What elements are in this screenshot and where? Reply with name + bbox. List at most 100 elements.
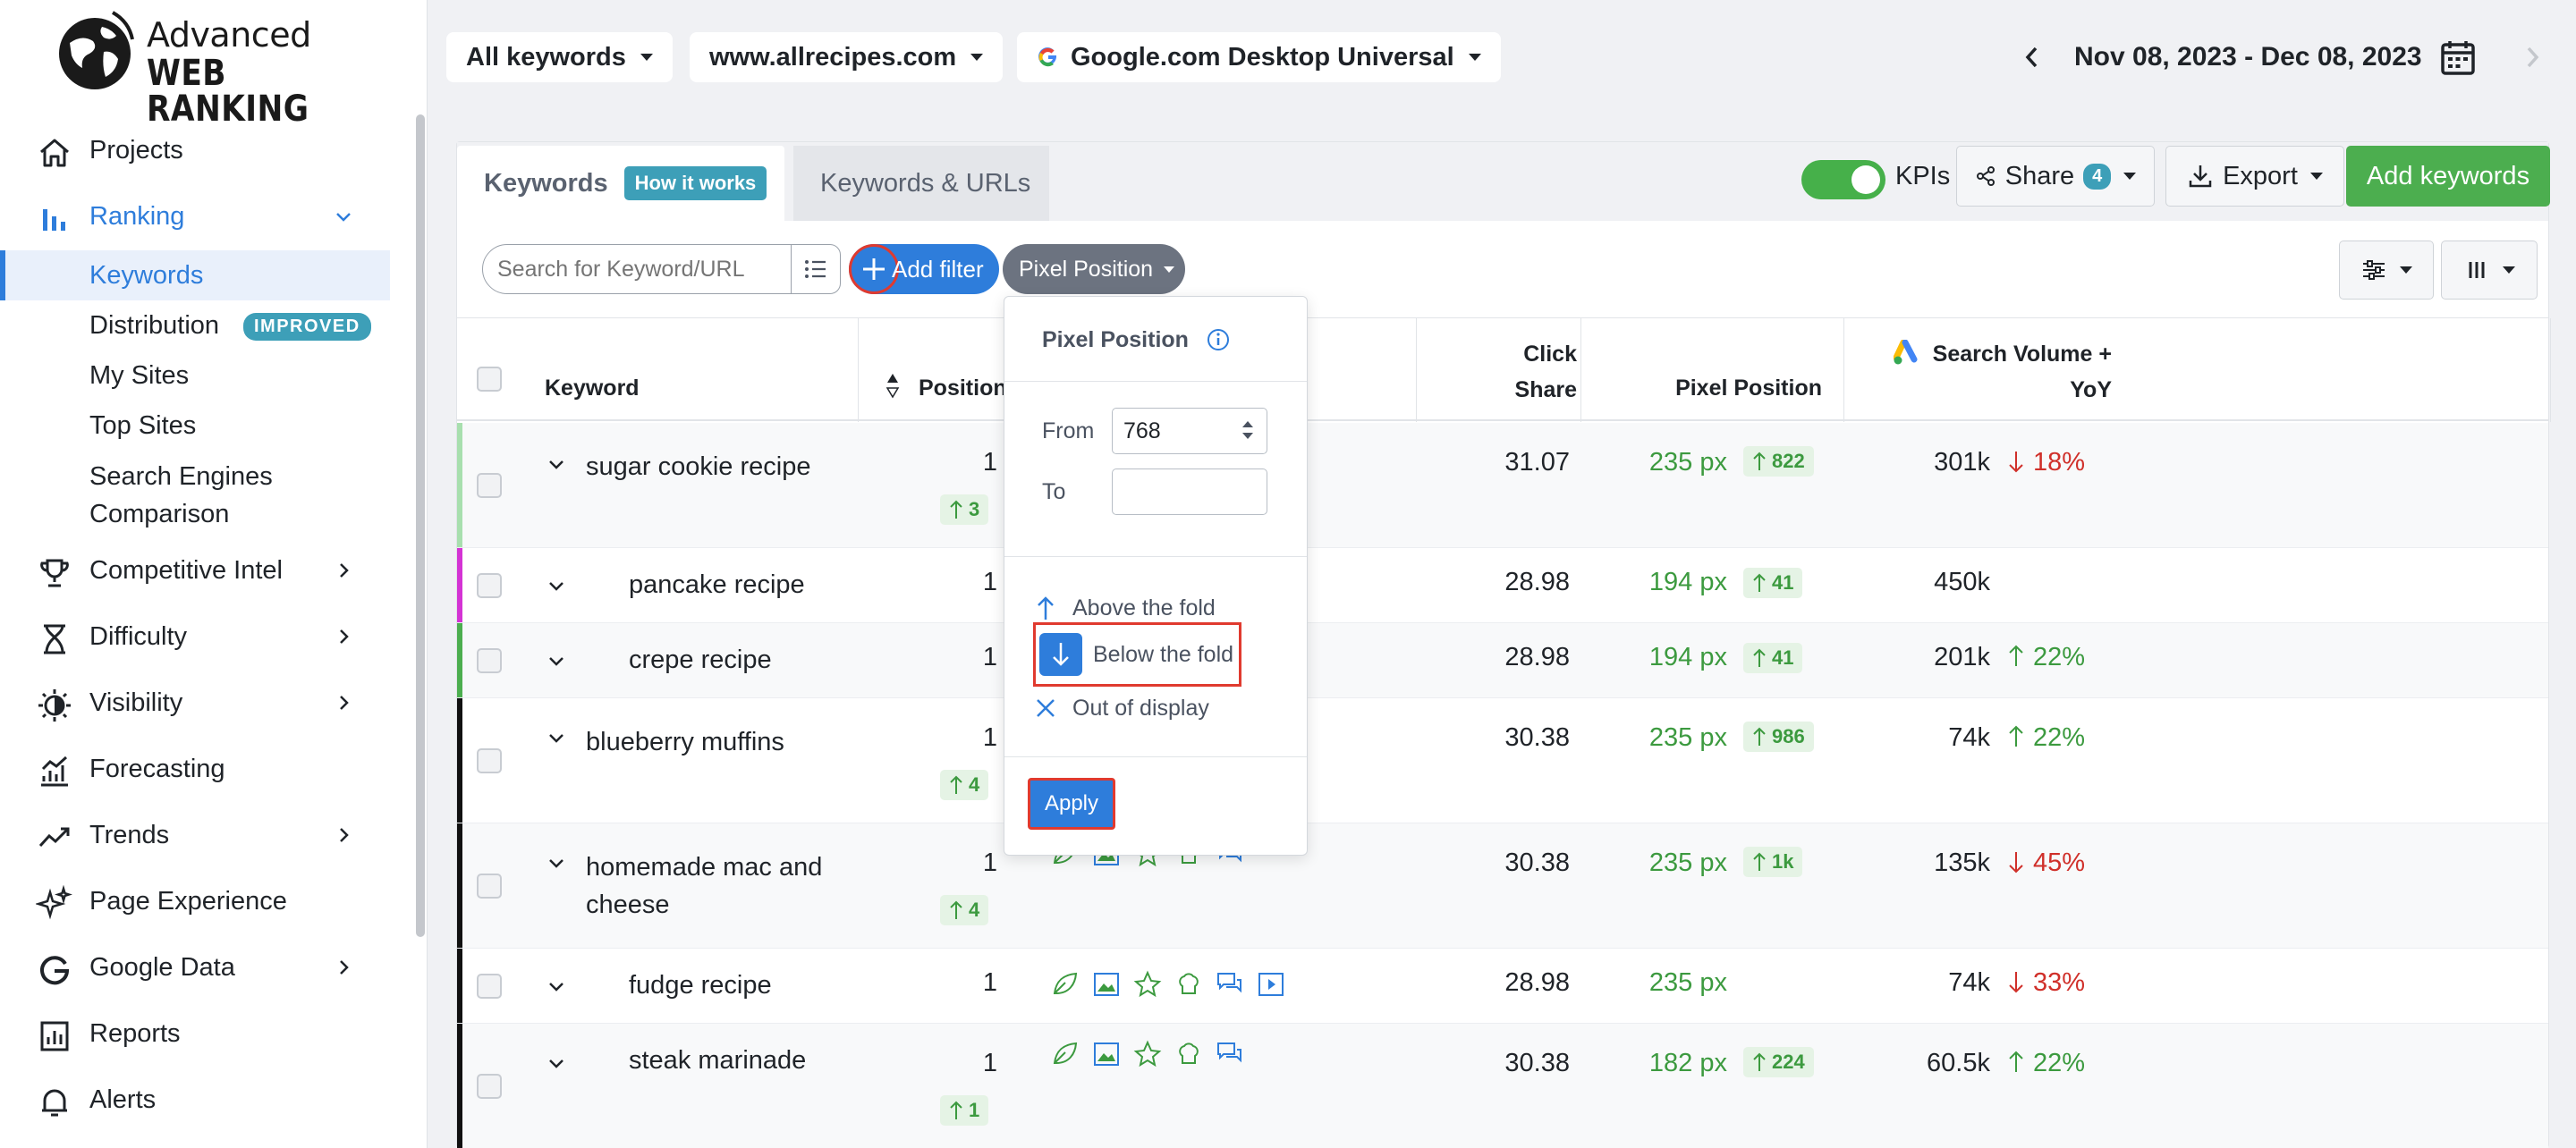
table-row[interactable]: fudge recipe 1 28.98 235 px 74k 33%	[457, 949, 2548, 1024]
leaf-icon[interactable]	[1051, 1040, 1080, 1068]
yoy-value: 33%	[2033, 968, 2086, 997]
select-all-checkbox[interactable]	[477, 367, 502, 392]
nav-competitive-intel-label: Competitive Intel	[89, 555, 283, 585]
row-checkbox[interactable]	[477, 1074, 502, 1099]
col-position[interactable]: Position	[919, 370, 1007, 406]
row-checkbox[interactable]	[477, 748, 502, 773]
keyword-cell[interactable]: crepe recipe	[629, 641, 772, 679]
table-row[interactable]: homemade mac and cheese 1 4 30.38 235 px 1k 135…	[457, 823, 2548, 949]
export-button[interactable]: Export	[2165, 146, 2344, 207]
kpis-toggle[interactable]	[1801, 160, 1885, 199]
keyword-cell[interactable]: fudge recipe	[629, 967, 772, 1004]
chevron-left-icon[interactable]	[2021, 44, 2044, 71]
row-checkbox[interactable]	[477, 874, 502, 899]
number-stepper-icon[interactable]	[1239, 417, 1257, 443]
table-row[interactable]: crepe recipe 1 28.98 194 px 41 201k 22%	[457, 623, 2548, 698]
row-checkbox[interactable]	[477, 573, 502, 598]
nav-reports[interactable]: Reports	[0, 1007, 394, 1060]
keyword-cell[interactable]: sugar cookie recipe	[586, 448, 810, 485]
expand-chevron-icon[interactable]	[547, 577, 566, 596]
expand-chevron-icon[interactable]	[547, 977, 566, 997]
bar-chart-icon	[43, 209, 65, 231]
col-pixel-position[interactable]: Pixel Position	[1602, 370, 1822, 406]
table-row[interactable]: blueberry muffins 1 4 30.38 235 px 986 74k 22%	[457, 698, 2548, 823]
apply-button[interactable]: Apply	[1028, 778, 1115, 830]
filter-settings-button[interactable]	[2339, 241, 2434, 300]
keyword-group-dropdown[interactable]: All keywords	[446, 32, 673, 82]
col-click-share[interactable]: Click Share	[1441, 336, 1577, 408]
tab-keywords-urls[interactable]: Keywords & URLs	[793, 146, 1049, 221]
chat-icon[interactable]	[1216, 1040, 1244, 1068]
to-input[interactable]	[1112, 468, 1267, 515]
keyword-text: homemade mac and	[586, 853, 823, 882]
share-button[interactable]: Share 4	[1956, 146, 2155, 207]
info-icon[interactable]	[1206, 327, 1231, 352]
keyword-list-button[interactable]	[791, 244, 841, 294]
star-icon[interactable]	[1133, 970, 1162, 999]
columns-button[interactable]	[2441, 241, 2538, 300]
sidebar-item-search-engines-comparison[interactable]: Search Engines Comparison	[0, 451, 390, 528]
nav-difficulty[interactable]: Difficulty	[0, 610, 394, 663]
table-row[interactable]: steak marinade 1 1 30.38 182 px 224 60.5k 22%	[457, 1024, 2548, 1148]
chef-hat-icon[interactable]	[1174, 1040, 1203, 1068]
pixel-change-value: 822	[1772, 450, 1805, 472]
sidebar-item-keywords[interactable]: Keywords	[0, 250, 390, 300]
how-it-works-badge[interactable]: How it works	[623, 166, 767, 200]
expand-chevron-icon[interactable]	[547, 455, 566, 475]
add-keywords-button[interactable]: Add keywords	[2346, 146, 2550, 207]
sidebar-scrollbar[interactable]	[416, 114, 425, 937]
search-engine-dropdown[interactable]: Google.com Desktop Universal	[1017, 32, 1501, 82]
search-input[interactable]	[482, 244, 792, 294]
sort-icon[interactable]	[885, 370, 901, 401]
row-checkbox[interactable]	[477, 974, 502, 999]
nav-alerts[interactable]: Alerts	[0, 1073, 394, 1127]
sidebar-item-top-sites[interactable]: Top Sites	[0, 401, 390, 451]
star-icon[interactable]	[1133, 1040, 1162, 1068]
sidebar-item-distribution[interactable]: Distribution IMPROVED	[0, 300, 390, 350]
nav-ranking[interactable]: Ranking	[0, 190, 394, 243]
website-dropdown[interactable]: www.allrecipes.com	[690, 32, 1004, 82]
chat-icon[interactable]	[1216, 970, 1244, 999]
active-filter-chip[interactable]: Pixel Position	[1003, 244, 1185, 294]
table-row[interactable]: sugar cookie recipe 1 3 31.07 235 px 822 301k 1…	[457, 423, 2548, 548]
expand-chevron-icon[interactable]	[547, 652, 566, 671]
nav-page-experience[interactable]: Page Experience	[0, 874, 394, 928]
add-filter-button[interactable]: Add filter	[849, 244, 999, 294]
calendar-icon[interactable]	[2440, 38, 2476, 76]
columns-icon	[2469, 262, 2485, 278]
row-checkbox[interactable]	[477, 648, 502, 673]
table-row[interactable]: pancake recipe 1 28.98 194 px 41 450k	[457, 548, 2548, 623]
sparkles-icon	[36, 885, 72, 920]
video-icon[interactable]	[1257, 970, 1285, 999]
expand-chevron-icon[interactable]	[547, 729, 566, 748]
col-search-volume[interactable]: Search Volume + YoY	[1924, 336, 2112, 408]
col-keyword[interactable]: Keyword	[545, 370, 640, 406]
chef-hat-icon[interactable]	[1174, 970, 1203, 999]
chevron-right-icon[interactable]	[2521, 44, 2544, 71]
nav-projects[interactable]: Projects	[0, 123, 394, 177]
sidebar-item-my-sites[interactable]: My Sites	[0, 350, 390, 401]
option-below-label: Below the fold	[1093, 641, 1234, 667]
nav-trends[interactable]: Trends	[0, 808, 394, 862]
pixel-change-badge: 986	[1743, 722, 1814, 752]
nav-google-data[interactable]: Google Data	[0, 941, 394, 994]
keyword-cell[interactable]: steak marinade	[629, 1042, 806, 1079]
option-out-of-display[interactable]: Out of display	[1030, 685, 1209, 731]
option-below-the-fold[interactable]: Below the fold	[1033, 622, 1242, 687]
expand-chevron-icon[interactable]	[547, 1054, 566, 1074]
expand-chevron-icon[interactable]	[547, 854, 566, 874]
yoy-change-cell: 22%	[2008, 1049, 2085, 1078]
keyword-cell[interactable]: blueberry muffins	[586, 723, 784, 761]
keyword-cell[interactable]: homemade mac and cheese	[586, 848, 822, 924]
tab-keywords[interactable]: Keywords How it works	[457, 146, 784, 221]
image-icon[interactable]	[1092, 1040, 1121, 1068]
row-checkbox[interactable]	[477, 473, 502, 498]
nav-forecasting[interactable]: Forecasting	[0, 742, 394, 796]
date-range[interactable]: Nov 08, 2023 - Dec 08, 2023	[2074, 42, 2422, 72]
keyword-cell[interactable]: pancake recipe	[629, 566, 805, 604]
logo[interactable]: Advanced WEB RANKING	[50, 7, 354, 127]
nav-competitive-intel[interactable]: Competitive Intel	[0, 544, 394, 597]
leaf-icon[interactable]	[1051, 970, 1080, 999]
image-icon[interactable]	[1092, 970, 1121, 999]
nav-visibility[interactable]: Visibility	[0, 676, 394, 730]
